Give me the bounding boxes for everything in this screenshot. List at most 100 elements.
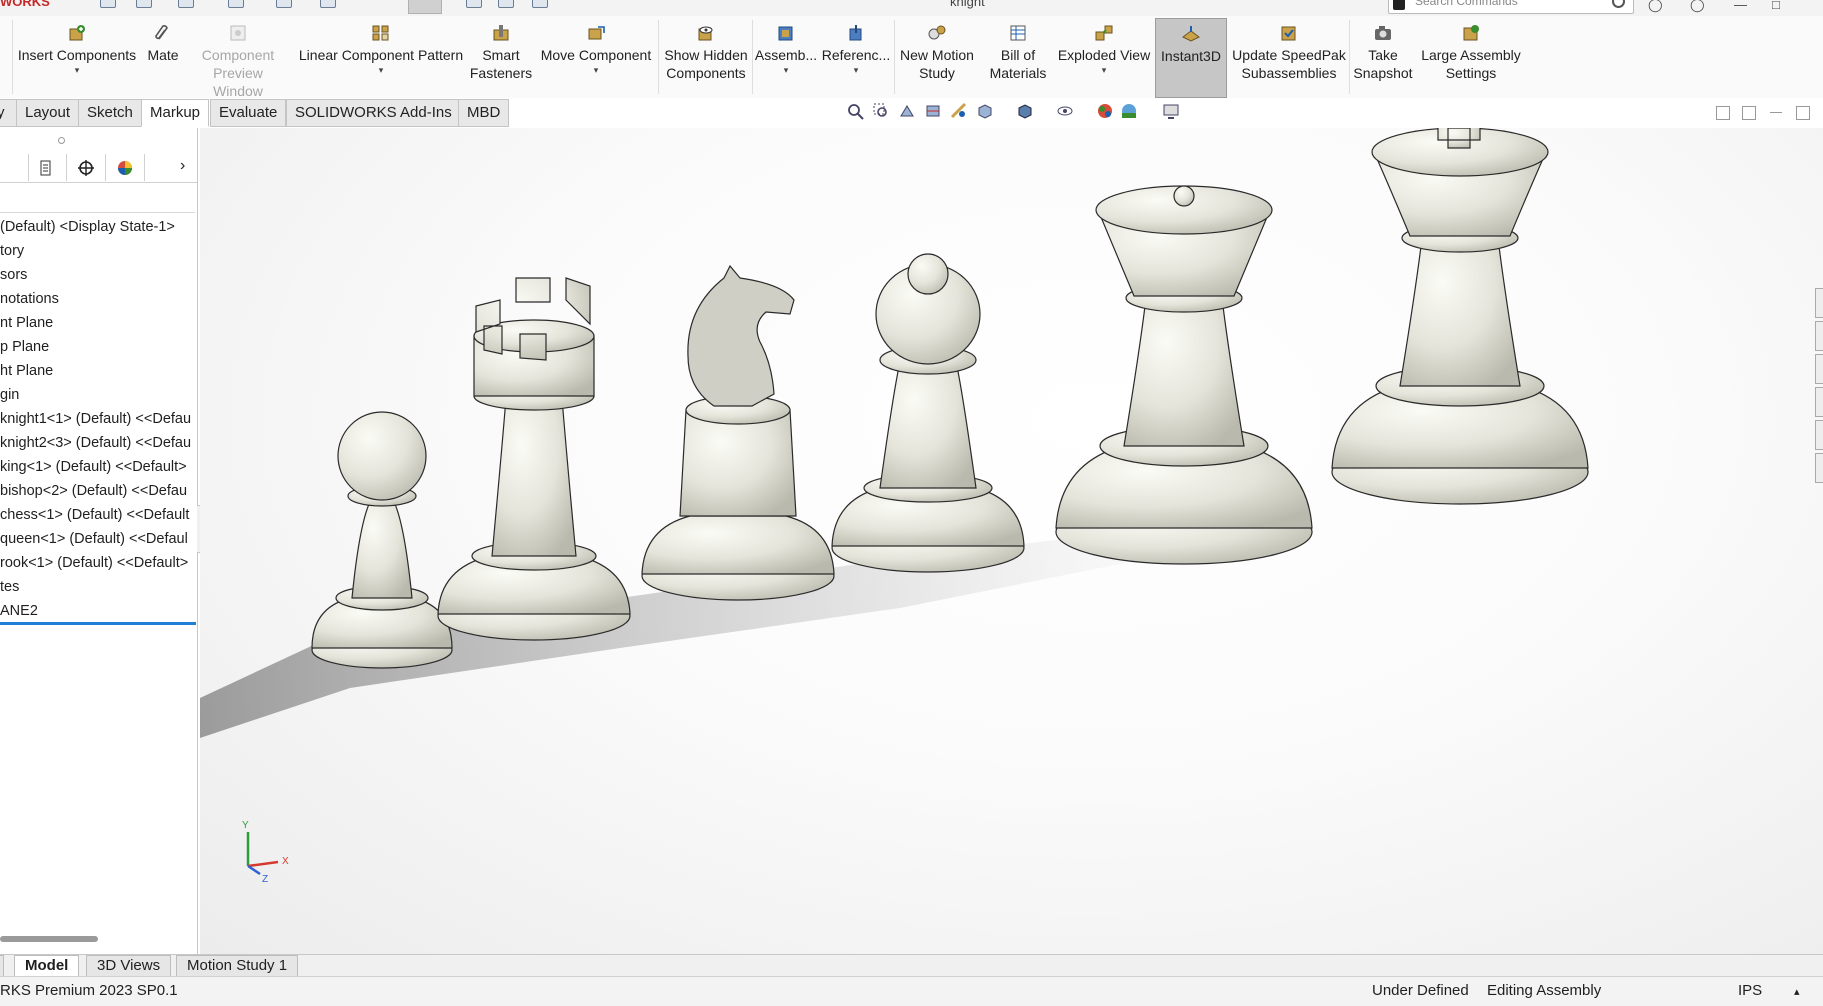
tab-model[interactable]: Model	[14, 955, 80, 977]
linear-component-pattern-button[interactable]: Linear Component Pattern ▾	[296, 18, 466, 96]
display-style-icon[interactable]	[1016, 102, 1034, 120]
tree-item[interactable]: knight1<1> (Default) <<Defau	[0, 407, 197, 431]
zoom-to-area-icon[interactable]	[872, 102, 890, 120]
section-view-icon[interactable]	[924, 102, 942, 120]
tab-layout[interactable]: Layout	[16, 99, 80, 127]
mate-button[interactable]: Mate	[140, 18, 186, 96]
tab-configuration-manager[interactable]	[67, 154, 106, 181]
pawn-piece[interactable]	[311, 411, 453, 669]
tab-3d-views[interactable]: 3D Views	[86, 955, 172, 977]
large-assembly-settings-button[interactable]: Large Assembly Settings	[1418, 18, 1524, 96]
help-icon[interactable]: ◯	[1690, 0, 1705, 13]
clipped-command[interactable]	[0, 18, 12, 96]
open-file-icon[interactable]	[136, 0, 152, 8]
tab-motion-study-1[interactable]: Motion Study 1	[176, 955, 299, 977]
chevron-down-icon[interactable]: ▾	[14, 65, 140, 75]
graphics-area[interactable]: Y X Z	[200, 128, 1823, 954]
search-icon[interactable]	[1612, 0, 1625, 8]
chevron-down-icon[interactable]: ▾	[820, 65, 892, 75]
task-pane-tab-resources[interactable]	[1815, 288, 1823, 318]
tree-item[interactable]: sors	[0, 263, 197, 287]
tree-item[interactable]: notations	[0, 287, 197, 311]
move-component-button[interactable]: Move Component ▾	[536, 18, 656, 96]
tab-featuremanager-tree[interactable]	[0, 154, 29, 181]
viewport-minimize-icon[interactable]	[1770, 112, 1782, 113]
save-icon[interactable]	[178, 0, 194, 8]
viewport-restore-icon[interactable]	[1796, 106, 1810, 120]
component-preview-window-button[interactable]: Component Preview Window	[190, 18, 286, 99]
tab-display-manager[interactable]	[106, 154, 145, 181]
tree-item[interactable]: knight2<3> (Default) <<Defau	[0, 431, 197, 455]
tree-item[interactable]: ht Plane	[0, 359, 197, 383]
panel-collapse-handle[interactable]	[58, 137, 65, 144]
tab-sketch[interactable]: Sketch	[78, 99, 142, 127]
tree-filter-field[interactable]	[0, 184, 195, 213]
rebuild-icon[interactable]	[466, 0, 482, 8]
dynamic-annotation-icon[interactable]	[950, 102, 968, 120]
tree-item[interactable]: gin	[0, 383, 197, 407]
tab-markup[interactable]: Markup	[141, 99, 210, 127]
units-chevron-up-icon[interactable]: ▴	[1794, 985, 1800, 998]
task-pane-tab-design-library[interactable]	[1815, 321, 1823, 351]
tree-item[interactable]: king<1> (Default) <<Default>	[0, 455, 197, 479]
smart-fasteners-button[interactable]: Smart Fasteners	[466, 18, 536, 96]
tree-item[interactable]: p Plane	[0, 335, 197, 359]
tree-item[interactable]: tory	[0, 239, 197, 263]
apply-scene-icon[interactable]	[1120, 102, 1138, 120]
edit-appearance-icon[interactable]	[1096, 102, 1114, 120]
chevron-down-icon[interactable]: ▾	[536, 65, 656, 75]
assembly-features-button[interactable]: Assemb... ▾	[754, 18, 818, 96]
view-settings-icon[interactable]	[1162, 102, 1180, 120]
chevron-down-icon[interactable]: ▾	[754, 65, 818, 75]
bishop-piece[interactable]	[831, 253, 1025, 573]
show-hidden-components-button[interactable]: Show Hidden Components	[660, 18, 752, 96]
rook-piece[interactable]	[437, 277, 631, 641]
instant3d-button[interactable]: Instant3D	[1155, 18, 1227, 98]
tree-item[interactable]: tes	[0, 575, 197, 599]
tree-item[interactable]: nt Plane	[0, 311, 197, 335]
options-gear-icon[interactable]	[532, 0, 548, 8]
select-icon[interactable]	[408, 0, 442, 14]
print-icon[interactable]	[228, 0, 244, 8]
bill-of-materials-button[interactable]: Bill of Materials	[980, 18, 1056, 96]
tab-mbd[interactable]: MBD	[458, 99, 510, 127]
file-properties-icon[interactable]	[498, 0, 514, 8]
chevron-right-icon[interactable]: ›	[180, 157, 185, 175]
previous-view-icon[interactable]	[898, 102, 916, 120]
tab-property-manager[interactable]	[28, 154, 67, 181]
queen-piece[interactable]	[1055, 185, 1313, 565]
exploded-view-button[interactable]: Exploded View ▾	[1056, 18, 1152, 96]
hide-show-items-icon[interactable]	[1056, 102, 1074, 120]
task-pane-tab-custom-properties[interactable]	[1815, 453, 1823, 483]
task-pane-tab-appearances[interactable]	[1815, 420, 1823, 450]
maximize-icon[interactable]: □	[1772, 0, 1780, 12]
task-pane-tab-file-explorer[interactable]	[1815, 354, 1823, 384]
viewport-tile-right-icon[interactable]	[1742, 106, 1756, 120]
undo-icon[interactable]	[276, 0, 292, 8]
tab-evaluate[interactable]: Evaluate	[210, 99, 287, 127]
update-speedpak-button[interactable]: Update SpeedPak Subassemblies	[1230, 18, 1348, 96]
knight-piece[interactable]	[641, 264, 835, 601]
horizontal-scrollbar[interactable]	[0, 936, 98, 942]
new-file-icon[interactable]	[100, 0, 116, 8]
rollback-bar[interactable]	[0, 622, 196, 625]
tree-item[interactable]: chess<1> (Default) <<Default	[0, 503, 197, 527]
search-commands-input[interactable]: Search Commands	[1388, 0, 1634, 14]
new-motion-study-button[interactable]: New Motion Study	[896, 18, 978, 96]
reference-geometry-button[interactable]: Referenc... ▾	[820, 18, 892, 96]
tree-item[interactable]: bishop<2> (Default) <<Defau	[0, 479, 197, 503]
units-status[interactable]: IPS	[1738, 982, 1762, 999]
redo-icon[interactable]	[320, 0, 336, 8]
viewport-tile-left-icon[interactable]	[1716, 106, 1730, 120]
tree-item[interactable]: rook<1> (Default) <<Default>	[0, 551, 197, 575]
tab-solidworks-add-ins[interactable]: SOLIDWORKS Add-Ins	[286, 99, 461, 127]
task-pane-tab-view-palette[interactable]	[1815, 387, 1823, 417]
tree-item[interactable]: ANE2	[0, 599, 197, 623]
chevron-down-icon[interactable]: ▾	[296, 65, 466, 75]
tree-item[interactable]: (Default) <Display State-1>	[0, 215, 197, 239]
king-piece[interactable]	[1331, 128, 1589, 505]
tree-item[interactable]: queen<1> (Default) <<Defaul	[0, 527, 197, 551]
minimize-icon[interactable]: —	[1734, 0, 1747, 12]
view-orientation-icon[interactable]	[976, 102, 994, 120]
user-icon[interactable]: ◯	[1648, 0, 1663, 13]
